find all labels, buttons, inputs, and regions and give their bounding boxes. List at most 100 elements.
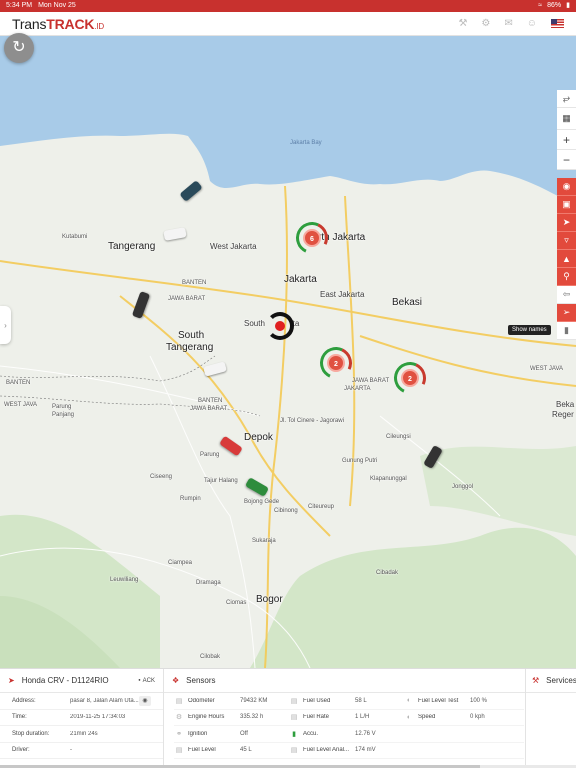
- sensors-title: Sensors: [186, 676, 216, 685]
- sensor-item: ▤ Odometer 79432 KM: [174, 693, 289, 710]
- services-header[interactable]: ⚒ Services: [526, 669, 576, 693]
- focus-icon[interactable]: ▣: [557, 196, 576, 214]
- map-view[interactable]: Jakarta Bay rth Jakarta West Jakarta Jak…: [0, 36, 576, 668]
- battery-icon: ▮: [566, 2, 570, 9]
- zoom-in-icon[interactable]: +: [557, 130, 576, 150]
- map-label-dramaga: Dramaga: [196, 580, 221, 586]
- speed-icon: ◐: [406, 713, 412, 721]
- vehicle-cluster[interactable]: 2: [315, 342, 357, 384]
- battery-percent: 86%: [547, 2, 562, 9]
- map-label-rumpin: Rumpin: [180, 496, 201, 502]
- navigate-icon[interactable]: ➤: [557, 214, 576, 232]
- tools-icon[interactable]: ⚒: [458, 18, 467, 29]
- map-label-jakarta-bay: Jakarta Bay: [290, 140, 322, 146]
- user-icon[interactable]: ☺: [527, 18, 537, 29]
- map-label-banten-2: BANTEN: [198, 398, 223, 404]
- info-label: Address:: [12, 697, 36, 704]
- map-label-west-java-right: WEST JAVA: [530, 366, 564, 372]
- zoom-out-icon[interactable]: −: [557, 150, 576, 170]
- services-column: ⚒ Services: [526, 669, 576, 768]
- battery-status-icon[interactable]: ▮: [557, 322, 576, 340]
- brand-suffix: .ID: [94, 21, 104, 31]
- status-bar: 5:34 PM Mon Nov 25 ≈ 86% ▮: [0, 0, 576, 12]
- chat-icon[interactable]: ✉: [504, 18, 512, 29]
- ack-button[interactable]: ACK: [138, 677, 155, 684]
- brand-main: TRACK: [46, 15, 95, 32]
- sensor-item: ◐ Fuel Level Test 100 %: [404, 693, 524, 710]
- vehicle-cluster[interactable]: 6: [291, 217, 333, 259]
- geofence-icon[interactable]: ◉: [557, 178, 576, 196]
- map-label-parung: Parung: [200, 452, 220, 458]
- expand-icon[interactable]: ⥂: [557, 90, 576, 108]
- map-label-bojong-gede: Bojong Gede: [244, 499, 280, 505]
- eye-icon[interactable]: ◉: [139, 695, 151, 706]
- sensors-column: ❖ Sensors ▤ Odometer 79432 KM ▤ Fuel Used 58…: [164, 669, 526, 768]
- engine-icon: ⚙: [175, 714, 183, 722]
- map-label-jakarta: Jakarta: [284, 274, 317, 285]
- map-label-ciampea: Ciampea: [168, 560, 193, 566]
- fuel-icon: ▤: [290, 697, 298, 705]
- map-label-west-jakarta: West Jakarta: [210, 242, 257, 251]
- sensor-item: ▤ Fuel Level 45 L: [174, 743, 289, 759]
- vehicle-cluster[interactable]: 2: [389, 357, 431, 399]
- map-label-gunung-putri: Gunung Putri: [342, 458, 378, 464]
- map-label-jawa-barat-2: JAWA BARAT: [190, 406, 228, 412]
- map-label-east-jakarta: East Jakarta: [320, 290, 365, 299]
- map-label-cibadak: Cibadak: [376, 570, 399, 576]
- info-label: Time:: [12, 714, 27, 721]
- map-label-kutabumi: Kutabumi: [62, 234, 88, 240]
- sensor-grid: ▤ Odometer 79432 KM ▤ Fuel Used 58 L ◐ Fuel L…: [164, 693, 525, 759]
- map-label-sukaraja: Sukaraja: [252, 538, 276, 544]
- map-label-tajur-halang: Tajur Halang: [204, 478, 238, 484]
- show-names-tooltip: Show names: [508, 325, 551, 335]
- vehicle-detail-panel: ➤ Honda CRV - D1124RIO ACK Address: pasa…: [0, 668, 576, 768]
- sensor-item: ▤ Fuel Level Anal... 174 mV: [289, 743, 404, 759]
- info-value: -: [70, 747, 72, 754]
- poi-icon[interactable]: ⚲: [557, 268, 576, 286]
- navigation-arrow-icon: ➤: [8, 676, 15, 685]
- refresh-button[interactable]: ↻: [4, 33, 34, 63]
- cluster-count: 2: [401, 369, 419, 387]
- map-layers-icon[interactable]: ▦: [557, 108, 576, 130]
- map-tools-red: ◉ ▣ ➤ ▿ ▲ ⚲ ⇦ ➢ ▮: [557, 178, 576, 340]
- side-panel-handle[interactable]: ›: [0, 306, 11, 344]
- vehicle-header: ➤ Honda CRV - D1124RIO ACK: [0, 669, 163, 693]
- map-label-south-tangerang: South: [178, 330, 205, 341]
- info-row-time: Time: 2019-11-25 17:34:03: [0, 710, 163, 726]
- sensor-item-empty: [404, 726, 524, 743]
- language-flag-icon[interactable]: [551, 19, 564, 28]
- info-value: 2019-11-25 17:34:03: [70, 714, 126, 721]
- info-row-address: Address: pasar 8, Jalan Alam Uta... ◉: [0, 693, 163, 710]
- fuel-icon: ▤: [290, 747, 298, 755]
- wrench-icon: ⚒: [532, 676, 540, 685]
- map-label-ciseeng: Ciseeng: [150, 474, 173, 480]
- sensors-header: ❖ Sensors: [164, 669, 525, 693]
- info-row-driver: Driver: -: [0, 743, 163, 759]
- map-label-tangerang: Tangerang: [108, 241, 156, 252]
- settings-icon[interactable]: ⚙: [481, 18, 490, 29]
- send-icon[interactable]: ➢: [557, 304, 576, 322]
- info-row-stop-duration: Stop duration: 21min 24s: [0, 726, 163, 743]
- map-label-jonggol: Jonggol: [452, 484, 474, 490]
- selected-vehicle-marker[interactable]: [266, 312, 294, 340]
- map-label-jawa-barat-3: JAWA BARAT: [352, 378, 390, 384]
- sensor-item: ▤ Fuel Used 58 L: [289, 693, 404, 710]
- sensor-item: ⚙ Engine Hours 335.32 h: [174, 710, 289, 726]
- vehicle-info-column: ➤ Honda CRV - D1124RIO ACK Address: pasa…: [0, 669, 164, 768]
- map-label-cibinong: Cibinong: [274, 508, 298, 514]
- map-label-bekasi-regency-b: Reger: [552, 410, 574, 419]
- info-value: 21min 24s: [70, 730, 98, 737]
- info-icon[interactable]: ▲: [557, 250, 576, 268]
- services-title: Services: [546, 676, 576, 685]
- names-icon[interactable]: ⇦: [557, 286, 576, 304]
- map-tools-top: ⥂ ▦ + −: [557, 90, 576, 170]
- cluster-count: 2: [327, 354, 345, 372]
- wifi-icon: ≈: [538, 2, 543, 9]
- brand-logo: TransTRACK.ID: [12, 16, 104, 32]
- info-label: Stop duration:: [12, 730, 50, 737]
- map-label-citeureup: Citeureup: [308, 504, 335, 510]
- map-label-cileungsi: Cileungsi: [386, 434, 411, 440]
- route-icon[interactable]: ▿: [557, 232, 576, 250]
- map-label-banten: BANTEN: [182, 280, 207, 286]
- info-label: Driver:: [12, 747, 30, 754]
